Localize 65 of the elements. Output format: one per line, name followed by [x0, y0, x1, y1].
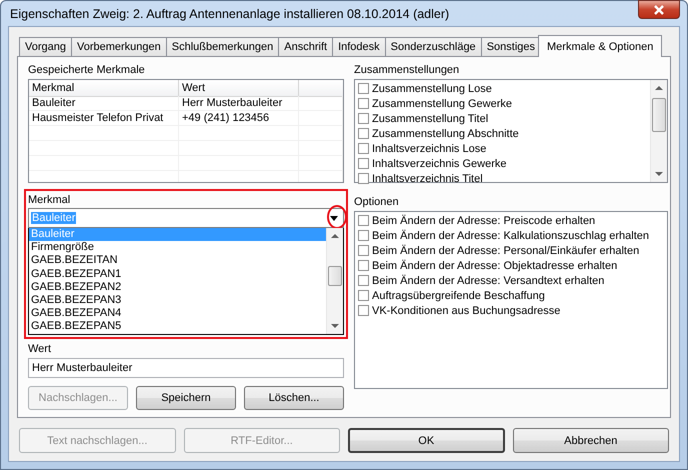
action-button[interactable]: Löschen... — [244, 386, 344, 410]
tab[interactable]: Anschrift — [278, 37, 334, 56]
field-label: Wert — [28, 342, 52, 357]
checkbox-label[interactable]: Inhaltsverzeichnis Titel — [372, 172, 483, 184]
dropdown-option[interactable]: GAEB.BEZEPAN5 — [29, 320, 326, 334]
checkbox[interactable] — [358, 275, 369, 286]
window-title: Eigenschaften Zweig: 2. Auftrag Antennenanlage installieren 08.10.2014 (adler) — [9, 6, 450, 20]
dropdown-option[interactable]: GAEB.BEZEPAN1 — [29, 268, 326, 281]
checkbox[interactable] — [358, 143, 369, 154]
section-label: Optionen — [354, 195, 400, 210]
tab[interactable]: Infodesk — [332, 37, 386, 56]
tab[interactable]: Merkmale & Optionen — [538, 35, 662, 57]
checkbox[interactable] — [358, 158, 369, 169]
checkbox-label[interactable]: Inhaltsverzeichnis Gewerke — [372, 158, 507, 170]
checkbox[interactable] — [358, 83, 369, 94]
table-cell: Herr Musterbauleiter — [179, 96, 299, 110]
dialog-button[interactable]: Abbrechen — [512, 428, 669, 453]
checkbox-label[interactable]: Beim Ändern der Adresse: Versandtext erhalten — [372, 274, 604, 286]
dropdown-option[interactable]: GAEB.BEZEPAN3 — [29, 294, 326, 307]
dialog-button[interactable]: OK — [348, 428, 504, 453]
checkbox-label[interactable]: Auftragsübergreifende Beschaffung — [372, 290, 545, 302]
checkbox[interactable] — [358, 173, 369, 184]
checkbox[interactable] — [358, 245, 369, 256]
table-cell: +49 (241) 123456 — [179, 111, 299, 125]
close-button[interactable] — [638, 0, 680, 19]
section-label: Gespeicherte Merkmale — [28, 63, 146, 78]
checkbox[interactable] — [358, 128, 369, 139]
dropdown-option[interactable]: GAEB.BEZEPAN4 — [29, 307, 326, 320]
checkbox-label[interactable]: VK-Konditionen aus Buchungsadresse — [372, 304, 560, 316]
section-label: Zusammenstellungen — [354, 63, 460, 78]
column-header[interactable]: Merkmal — [29, 80, 179, 97]
dropdown-option[interactable]: GAEB.BEZEPAN2 — [29, 280, 326, 294]
action-button[interactable]: Speichern — [136, 386, 236, 410]
checkbox[interactable] — [358, 98, 369, 109]
field-label: Merkmal — [28, 193, 72, 208]
tab[interactable]: Sonderzuschläge — [384, 37, 482, 56]
close-icon — [653, 4, 665, 14]
checkbox-label[interactable]: Zusammenstellung Abschnitte — [372, 128, 519, 140]
checkbox-label[interactable]: Inhaltsverzeichnis Lose — [372, 142, 486, 154]
checkbox-label[interactable]: Beim Ändern der Adresse: Preiscode erhalten — [372, 214, 596, 226]
checkbox[interactable] — [358, 215, 369, 226]
checkbox[interactable] — [358, 305, 369, 316]
scrollbar[interactable] — [650, 80, 667, 182]
scrollbar[interactable] — [326, 228, 343, 334]
table-cell: Hausmeister Telefon Privat — [29, 111, 179, 125]
checkbox-label[interactable]: Zusammenstellung Lose — [372, 82, 492, 94]
checkbox[interactable] — [358, 113, 369, 124]
dropdown-option[interactable]: Firmengröße — [29, 241, 326, 254]
dropdown-option[interactable]: GAEB.BEZEITAN — [29, 254, 326, 268]
tab[interactable]: Sonstiges — [480, 37, 541, 56]
checkbox-label[interactable]: Zusammenstellung Gewerke — [372, 98, 512, 110]
column-header[interactable]: Wert — [179, 80, 299, 97]
tab[interactable]: Schlußbemerkungen — [166, 37, 280, 56]
checkbox[interactable] — [358, 260, 369, 271]
checkbox-label[interactable]: Zusammenstellung Titel — [372, 112, 488, 124]
checkbox[interactable] — [358, 290, 369, 301]
tab[interactable]: Vorgang — [19, 37, 72, 56]
tab[interactable]: Vorbemerkungen — [70, 37, 167, 56]
combobox-value: Bauleiter — [31, 212, 76, 224]
checkbox-label[interactable]: Beim Ändern der Adresse: Personal/Einkäufer erhalten — [372, 244, 640, 256]
checkbox[interactable] — [358, 230, 369, 241]
checkbox-label[interactable]: Beim Ändern der Adresse: Objektadresse erhalten — [372, 260, 618, 272]
table-cell: Bauleiter — [29, 96, 179, 110]
checkbox-label[interactable]: Beim Ändern der Adresse: Kalkulationszuschlag erhalten — [372, 230, 649, 242]
value-field[interactable]: Herr Musterbauleiter — [28, 358, 344, 378]
